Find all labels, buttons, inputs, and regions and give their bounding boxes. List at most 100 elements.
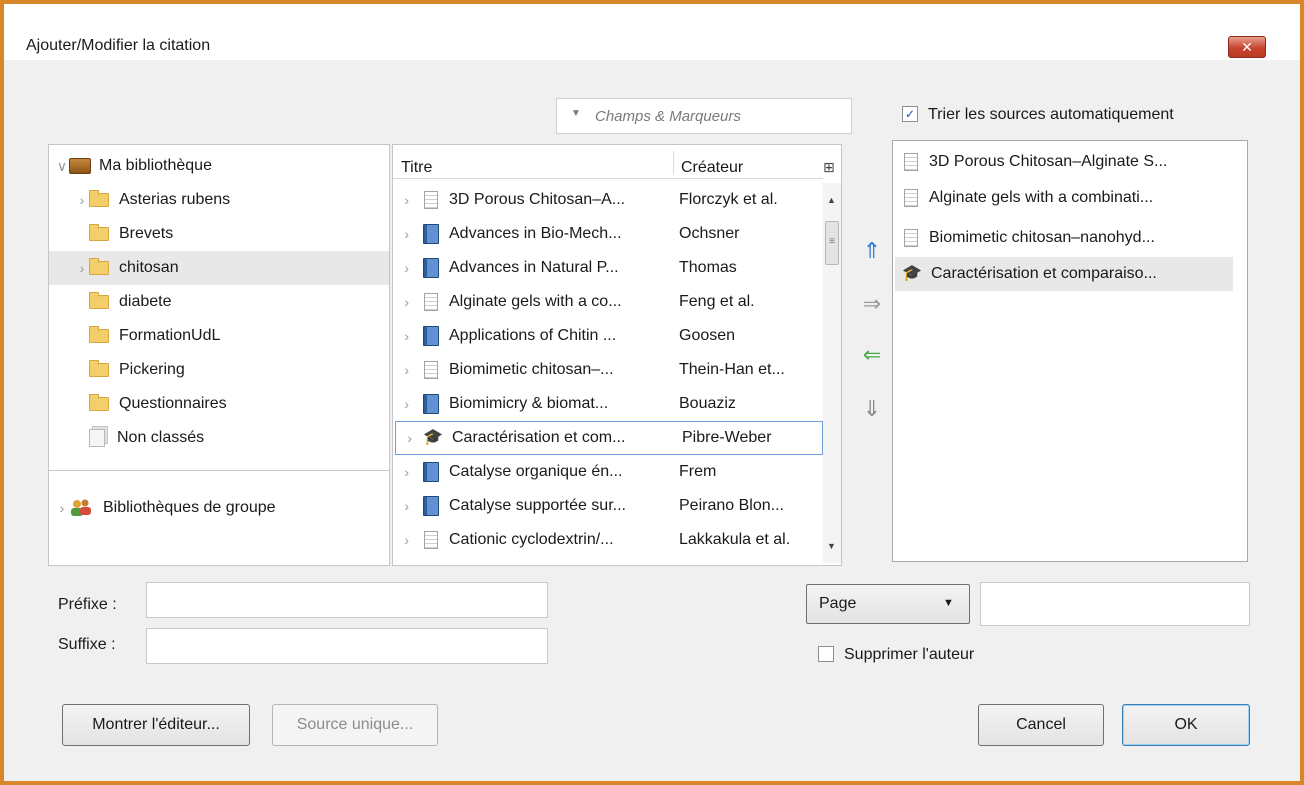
locator-input[interactable] [980,582,1250,626]
expand-icon[interactable]: › [393,464,413,480]
expand-icon[interactable]: › [393,328,413,344]
collections-pane[interactable]: ∨ Ma bibliothèque › Asterias rubens Brev… [48,144,390,566]
item-row[interactable]: › Applications of Chitin ... Goosen [393,319,823,353]
selected-source-item[interactable]: 3D Porous Chitosan–Alginate S... [893,145,1247,179]
remove-source-icon[interactable]: ⇐ [860,340,884,370]
items-list: › 3D Porous Chitosan–A... Florczyk et al. ›… [393,183,823,565]
item-creator: Bouaziz [679,395,736,412]
item-row[interactable]: › 3D Porous Chitosan–A... Florczyk et al. [393,183,823,217]
tree-item-asterias-rubens[interactable]: › Asterias rubens [75,183,230,217]
tree-item-label: Non classés [117,429,205,446]
item-row[interactable]: › 🎓 Caractérisation et com... Pibre-Weber [395,421,823,455]
move-up-icon[interactable]: ⇑ [860,236,884,266]
grip-icon: ≡ [829,236,835,247]
tree-item-label: diabete [119,293,172,310]
tree-item-group-libraries[interactable]: › Bibliothèques de groupe [55,491,276,525]
expand-icon[interactable]: › [396,430,416,446]
item-row[interactable]: › Advances in Natural P... Thomas [393,251,823,285]
expand-icon[interactable]: › [75,192,89,208]
item-row[interactable]: › Biomimicry & biomat... Bouaziz [393,387,823,421]
tree-item-formationudl[interactable]: FormationUdL [75,319,220,353]
selected-source-title: Caractérisation et comparaiso... [931,265,1157,282]
search-input[interactable]: ▼ Champs & Marqueurs [556,98,852,134]
suppress-author-checkbox[interactable] [818,646,834,662]
ok-button[interactable]: OK [1122,704,1250,746]
tree-item-pickering[interactable]: Pickering [75,353,185,387]
scroll-down-icon[interactable]: ▼ [827,541,836,551]
expand-icon[interactable]: › [393,362,413,378]
expand-icon[interactable]: › [55,500,69,516]
show-editor-button[interactable]: Montrer l'éditeur... [62,704,250,746]
selected-source-item[interactable]: 🎓 Caractérisation et comparaiso... [895,257,1233,291]
item-creator: Ochsner [679,225,740,242]
column-header-title[interactable]: Titre [401,159,432,177]
expand-icon[interactable]: › [393,294,413,310]
single-source-button[interactable]: Source unique... [272,704,438,746]
unfiled-icon [89,429,105,447]
sort-auto-label: Trier les sources automatiquement [928,106,1174,123]
expand-icon[interactable]: › [393,498,413,514]
document-icon [893,229,929,247]
group-icon [69,498,93,518]
close-button[interactable]: ✕ [1228,36,1266,58]
expand-icon[interactable]: › [393,532,413,548]
items-pane[interactable]: Titre Créateur ⊞ › 3D Porous Chitosan–A..… [392,144,842,566]
column-divider[interactable] [673,151,674,175]
prefix-input[interactable] [146,582,548,618]
selected-source-title: 3D Porous Chitosan–Alginate S... [929,153,1168,170]
search-dropdown-icon[interactable]: ▼ [571,108,581,119]
item-row[interactable]: › Cationic cyclodextrin/... Lakkakula et a… [393,523,823,557]
folder-icon [89,258,109,275]
cancel-button[interactable]: Cancel [978,704,1104,746]
suffix-input[interactable] [146,628,548,664]
item-creator: Goosen [679,327,736,344]
item-creator: Pibre-Weber [682,429,772,446]
expand-icon[interactable]: › [393,396,413,412]
window-title: Ajouter/Modifier la citation [26,37,211,54]
move-down-icon[interactable]: ⇓ [860,394,884,424]
chevron-down-icon: ▼ [943,597,954,609]
expand-icon[interactable]: › [393,260,413,276]
expand-icon[interactable]: › [393,192,413,208]
expand-icon[interactable]: › [393,226,413,242]
column-picker-icon[interactable]: ⊞ [823,159,835,176]
item-row[interactable]: › Catalyse organique én... Frem [393,455,823,489]
scroll-thumb[interactable]: ≡ [825,221,839,265]
locator-value: Page [819,595,857,612]
add-source-icon[interactable]: ⇒ [860,289,884,319]
book-icon [413,258,449,278]
selected-source-item[interactable]: Biomimetic chitosan–nanohyd... [893,221,1247,255]
sort-auto-checkbox[interactable]: ✓ [902,106,918,122]
document-icon [413,531,449,549]
document-icon [413,361,449,379]
expand-icon[interactable]: › [75,260,89,276]
book-icon [413,326,449,346]
selected-source-item[interactable]: Alginate gels with a combinati... [893,181,1247,215]
item-title: Catalyse supportée sur... [449,497,626,514]
tree-item-label: Brevets [119,225,174,242]
item-row[interactable]: › Catalyse supportée sur... Peirano Blon..… [393,489,823,523]
locator-select[interactable]: Page ▼ [806,584,970,624]
items-header: Titre Créateur ⊞ [393,145,835,179]
tree-item-unfiled[interactable]: Non classés [75,421,204,455]
tree-item-chitosan[interactable]: › chitosan [49,251,389,285]
column-header-creator[interactable]: Créateur [681,159,743,177]
tree-item-diabete[interactable]: diabete [75,285,172,319]
search-placeholder: Champs & Marqueurs [595,108,741,125]
items-scrollbar[interactable]: ▲ ≡ ▼ [823,183,841,563]
item-row[interactable]: › Alginate gels with a co... Feng et al. [393,285,823,319]
prefix-label: Préfixe : [58,596,117,613]
item-title: Advances in Natural P... [449,259,619,276]
tree-item-brevets[interactable]: Brevets [75,217,173,251]
document-icon [893,153,929,171]
book-icon [413,224,449,244]
selected-sources-list[interactable]: 3D Porous Chitosan–Alginate S... Alginat… [892,140,1248,562]
item-row[interactable]: › Advances in Bio-Mech... Ochsner [393,217,823,251]
tree-item-questionnaires[interactable]: Questionnaires [75,387,227,421]
thesis-icon: 🎓 [423,429,443,446]
expand-icon[interactable]: ∨ [55,158,69,175]
scroll-up-icon[interactable]: ▲ [827,195,836,205]
item-creator: Florczyk et al. [679,191,778,208]
tree-item-library-root[interactable]: ∨ Ma bibliothèque [55,149,212,183]
item-row[interactable]: › Biomimetic chitosan–... Thein-Han et... [393,353,823,387]
